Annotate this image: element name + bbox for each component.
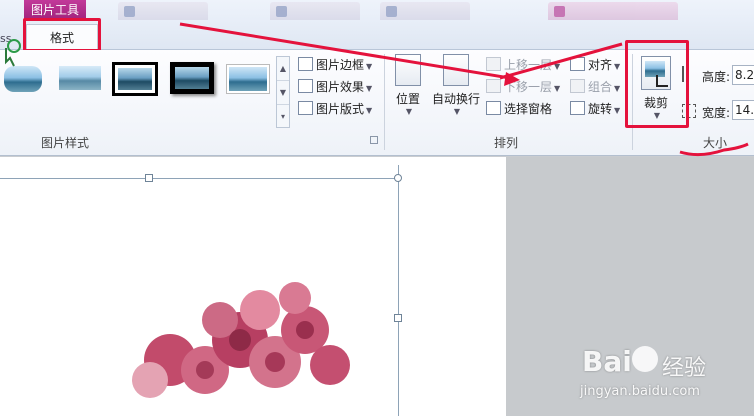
watermark-url: jingyan.baidu.com — [580, 384, 700, 399]
watermark-brand-cn: 经验 — [662, 356, 707, 381]
red-arrow-line — [179, 22, 511, 80]
red-arrow-line — [499, 42, 623, 80]
red-underline — [679, 142, 749, 157]
cursor-ring-icon — [7, 39, 21, 53]
paw-icon — [632, 346, 658, 372]
watermark-brand: Bai — [582, 345, 632, 378]
